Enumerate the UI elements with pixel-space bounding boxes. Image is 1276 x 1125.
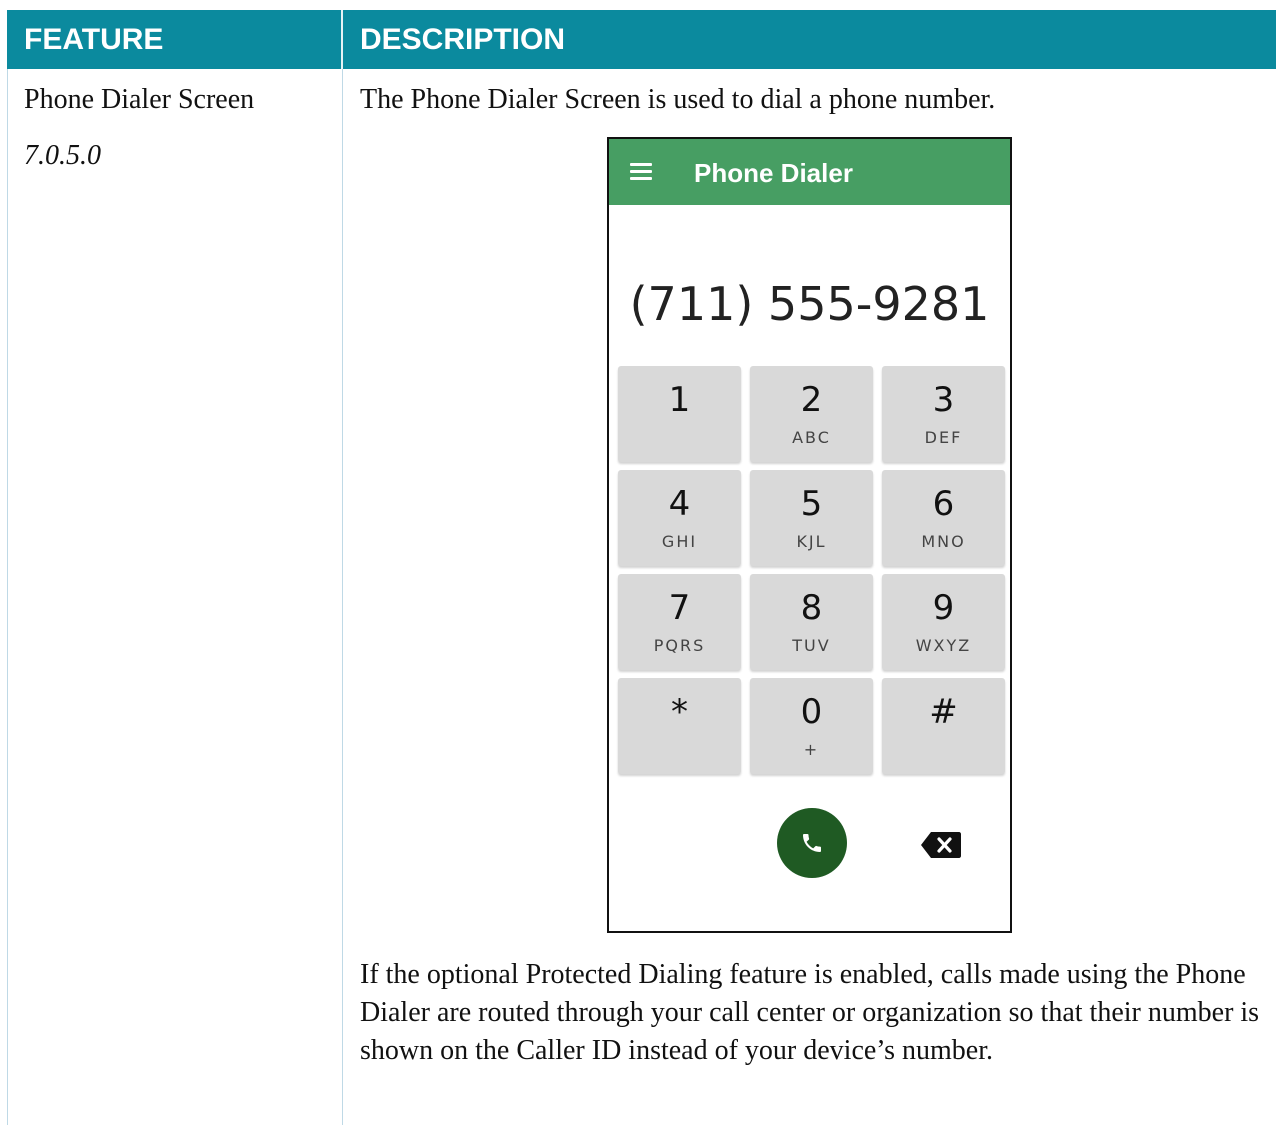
key-letters: TUV [792, 636, 831, 655]
dial-key-2[interactable]: 2 ABC [750, 366, 873, 462]
dial-key-7[interactable]: 7 PQRS [618, 574, 741, 670]
key-digit: 5 [800, 484, 823, 524]
dialed-number: (711) 555-9281 [629, 277, 990, 331]
app-bar-title: Phone Dialer [694, 158, 853, 188]
dial-key-star[interactable]: * [618, 678, 741, 774]
feature-version: 7.0.5.0 [24, 140, 101, 171]
hamburger-menu-icon[interactable] [630, 163, 652, 181]
key-digit: # [929, 692, 958, 732]
dial-key-8[interactable]: 8 TUV [750, 574, 873, 670]
description-note: If the optional Protected Dialing featur… [360, 959, 1260, 1066]
feature-name: Phone Dialer Screen [24, 84, 255, 115]
header-divider [341, 10, 343, 69]
dial-key-1[interactable]: 1 [618, 366, 741, 462]
description-intro: The Phone Dialer Screen is used to dial … [360, 84, 996, 115]
key-digit: 8 [800, 588, 823, 628]
key-letters: DEF [924, 428, 963, 447]
header-feature: FEATURE [24, 23, 164, 56]
dial-key-6[interactable]: 6 MNO [882, 470, 1005, 566]
phone-handset-icon [803, 834, 821, 852]
key-digit: 2 [800, 380, 823, 420]
dial-key-4[interactable]: 4 GHI [618, 470, 741, 566]
dial-key-0[interactable]: 0 + [750, 678, 873, 774]
key-letters: ABC [792, 428, 831, 447]
app-bar: Phone Dialer [609, 139, 1010, 205]
key-letters: KJL [796, 532, 827, 551]
key-letters: PQRS [653, 636, 706, 655]
table-column-divider [342, 69, 343, 1125]
dial-key-5[interactable]: 5 KJL [750, 470, 873, 566]
key-letters: MNO [921, 532, 966, 551]
dial-key-hash[interactable]: # [882, 678, 1005, 774]
table-header: FEATURE DESCRIPTION [7, 10, 1276, 69]
key-digit: 3 [932, 380, 955, 420]
header-description: DESCRIPTION [360, 23, 566, 56]
key-letters: WXYZ [915, 636, 972, 655]
key-digit: 7 [668, 588, 691, 628]
phone-dialer-screenshot: Phone Dialer (711) 555-9281 1 2 ABC 3 DEF 4 GH… [607, 137, 1012, 933]
key-digit: 4 [668, 484, 691, 524]
dial-key-9[interactable]: 9 WXYZ [882, 574, 1005, 670]
key-digit: 1 [668, 380, 691, 420]
backspace-icon [921, 832, 961, 858]
key-digit: 0 [800, 692, 823, 732]
dial-key-3[interactable]: 3 DEF [882, 366, 1005, 462]
key-digit: 9 [932, 588, 955, 628]
key-digit: 6 [932, 484, 955, 524]
key-letters: GHI [661, 532, 698, 551]
dial-keypad: 1 2 ABC 3 DEF 4 GHI 5 KJL 6 MNO 7 PQRS 8 TUV 9 WXYZ * 0 + # [618, 366, 1005, 774]
key-digit: * [671, 692, 688, 732]
backspace-button[interactable] [920, 831, 962, 864]
table-border-left [7, 69, 8, 1125]
key-letters: + [803, 740, 820, 759]
call-button[interactable] [777, 808, 847, 878]
